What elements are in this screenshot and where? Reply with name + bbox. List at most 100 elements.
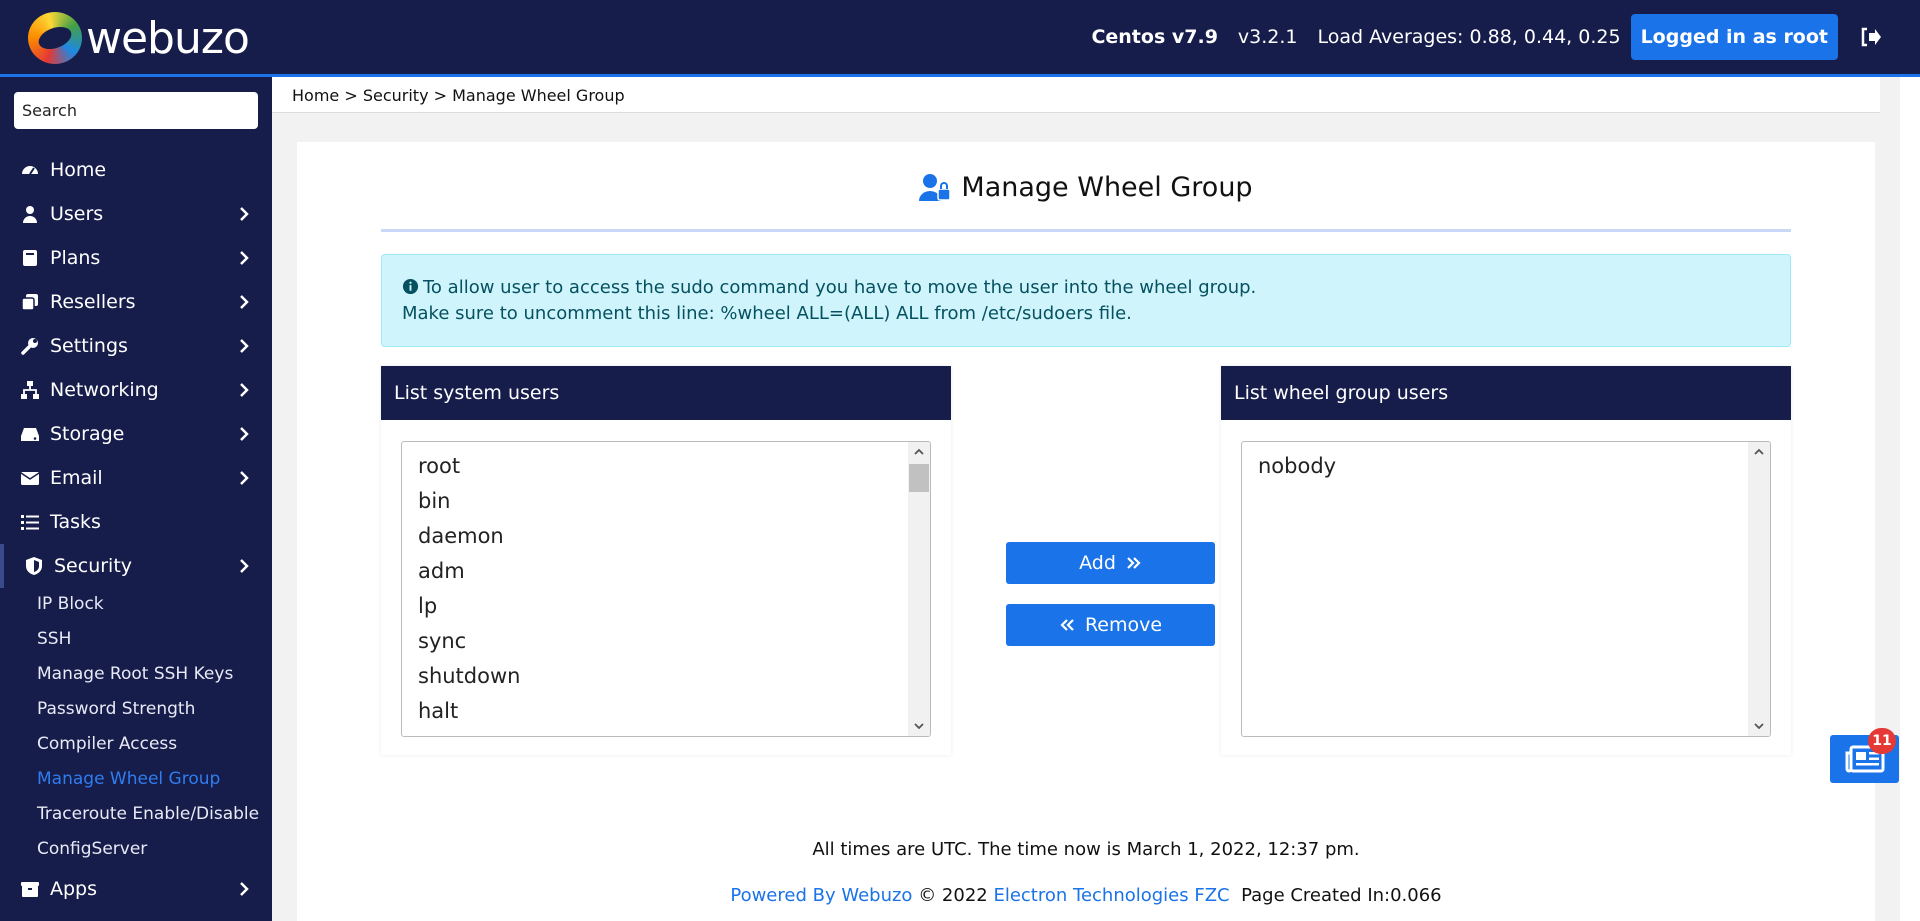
sidebar-item-label: Settings bbox=[50, 335, 128, 357]
user-icon bbox=[23, 206, 37, 223]
content-panel: Manage Wheel Group To allow user to acce… bbox=[297, 142, 1875, 921]
copyright: © 2022 bbox=[918, 885, 988, 906]
sidebar: Home Users Plans Resellers Settings Netw… bbox=[0, 77, 272, 921]
time-note: All times are UTC. The time now is March… bbox=[812, 839, 1360, 860]
sidebar-item-networking[interactable]: Networking bbox=[0, 368, 272, 412]
footer-credits: Powered By Webuzo © 2022 Electron Techno… bbox=[272, 885, 1900, 906]
top-bar: webuzo Centos v7.9 v3.2.1 Load Averages:… bbox=[0, 0, 1920, 77]
logged-in-button[interactable]: Logged in as root bbox=[1630, 14, 1838, 60]
webuzo-logo[interactable]: webuzo bbox=[28, 12, 250, 64]
sidebar-subitem-manage-wheel-group[interactable]: Manage Wheel Group bbox=[37, 769, 220, 789]
sidebar-subitem-manage-root-ssh-keys[interactable]: Manage Root SSH Keys bbox=[37, 664, 233, 684]
shield-icon bbox=[26, 557, 42, 575]
sidebar-subitem-traceroute[interactable]: Traceroute Enable/Disable bbox=[37, 804, 259, 824]
envelope-icon bbox=[20, 472, 40, 485]
sidebar-item-label: Email bbox=[50, 467, 103, 489]
system-users-list[interactable]: root bin daemon adm lp sync shutdown hal… bbox=[401, 441, 931, 737]
list-item[interactable]: daemon bbox=[402, 519, 930, 554]
list-scrollbar[interactable] bbox=[908, 442, 930, 736]
chevron-right-icon bbox=[240, 559, 249, 573]
sidebar-subitem-password-strength[interactable]: Password Strength bbox=[37, 699, 195, 719]
sidebar-item-storage[interactable]: Storage bbox=[0, 412, 272, 456]
scroll-down-icon[interactable] bbox=[913, 720, 925, 732]
page-title: Manage Wheel Group bbox=[961, 172, 1253, 203]
alert-line-1: To allow user to access the sudo command… bbox=[423, 277, 1257, 298]
sidebar-item-resellers[interactable]: Resellers bbox=[0, 280, 272, 324]
breadcrumb-bar: Home > Security > Manage Wheel Group bbox=[272, 77, 1900, 113]
news-count-badge: 11 bbox=[1868, 728, 1896, 754]
remove-button[interactable]: Remove bbox=[1006, 604, 1215, 646]
sidebar-item-email[interactable]: Email bbox=[0, 456, 272, 500]
sidebar-item-security[interactable]: Security bbox=[0, 544, 272, 588]
powered-by-link[interactable]: Powered By Webuzo bbox=[730, 885, 912, 906]
page-created: Page Created In:0.066 bbox=[1241, 885, 1442, 906]
scroll-thumb[interactable] bbox=[909, 464, 929, 492]
webuzo-version: v3.2.1 bbox=[1237, 26, 1298, 48]
chevron-right-icon bbox=[240, 383, 249, 397]
logout-icon[interactable] bbox=[1858, 25, 1882, 49]
search-input[interactable] bbox=[14, 92, 258, 129]
list-item[interactable]: sync bbox=[402, 624, 930, 659]
sidebar-item-label: Networking bbox=[50, 379, 159, 401]
scroll-down-icon[interactable] bbox=[1753, 720, 1765, 732]
chevron-right-icon bbox=[240, 427, 249, 441]
sidebar-item-users[interactable]: Users bbox=[0, 192, 272, 236]
sidebar-item-tasks[interactable]: Tasks bbox=[0, 500, 272, 544]
list-scrollbar[interactable] bbox=[1748, 442, 1770, 736]
sidebar-item-label: Plans bbox=[50, 247, 101, 269]
wheel-users-box: List wheel group users nobody bbox=[1221, 366, 1791, 755]
list-item[interactable]: adm bbox=[402, 554, 930, 589]
info-icon bbox=[402, 278, 419, 295]
sidebar-item-settings[interactable]: Settings bbox=[0, 324, 272, 368]
chevron-right-icon bbox=[240, 251, 249, 265]
sidebar-subitem-configserver[interactable]: ConfigServer bbox=[37, 839, 147, 859]
sidebar-item-label: Resellers bbox=[50, 291, 136, 313]
load-averages: Load Averages: 0.88, 0.44, 0.25 bbox=[1317, 26, 1621, 48]
chevron-right-icon bbox=[240, 295, 249, 309]
double-chevron-left-icon bbox=[1060, 619, 1074, 631]
list-item[interactable]: shutdown bbox=[402, 659, 930, 694]
company-link[interactable]: Electron Technologies FZC bbox=[993, 885, 1229, 906]
sidebar-item-label: Storage bbox=[50, 423, 125, 445]
sidebar-item-home[interactable]: Home bbox=[0, 148, 272, 192]
list-item[interactable]: halt bbox=[402, 694, 930, 729]
os-version: Centos v7.9 bbox=[1091, 26, 1218, 48]
add-button[interactable]: Add bbox=[1006, 542, 1215, 584]
list-item[interactable]: bin bbox=[402, 484, 930, 519]
list-item[interactable]: nobody bbox=[1242, 449, 1770, 484]
sidebar-item-label: Security bbox=[54, 555, 133, 577]
sidebar-item-label: Home bbox=[50, 159, 107, 181]
scroll-up-icon[interactable] bbox=[913, 446, 925, 458]
breadcrumb[interactable]: Home > Security > Manage Wheel Group bbox=[292, 86, 625, 105]
chevron-right-icon bbox=[240, 339, 249, 353]
double-chevron-right-icon bbox=[1127, 557, 1141, 569]
chevron-right-icon bbox=[240, 882, 249, 896]
logo-text: webuzo bbox=[86, 12, 250, 64]
wrench-icon bbox=[21, 338, 38, 355]
title-divider bbox=[381, 229, 1791, 232]
sidebar-item-label: Apps bbox=[50, 878, 98, 900]
user-lock-icon bbox=[919, 173, 952, 201]
remove-button-label: Remove bbox=[1084, 614, 1163, 636]
sidebar-item-plans[interactable]: Plans bbox=[0, 236, 272, 280]
sidebar-subitem-compiler-access[interactable]: Compiler Access bbox=[37, 734, 177, 754]
list-item[interactable]: lp bbox=[402, 589, 930, 624]
logo-mark-icon bbox=[28, 12, 82, 64]
scroll-up-icon[interactable] bbox=[1753, 446, 1765, 458]
list-item[interactable]: root bbox=[402, 449, 930, 484]
wheel-users-list[interactable]: nobody bbox=[1241, 441, 1771, 737]
box-icon bbox=[21, 882, 39, 897]
dashboard-icon bbox=[22, 166, 38, 175]
sidebar-subitem-ssh[interactable]: SSH bbox=[37, 629, 71, 649]
page-scrollbar[interactable] bbox=[1880, 77, 1900, 921]
sidebar-item-label: Tasks bbox=[50, 511, 101, 533]
top-info: Centos v7.9 v3.2.1 Load Averages: 0.88, … bbox=[1091, 14, 1920, 60]
alert-line-2: Make sure to uncomment this line: %wheel… bbox=[402, 303, 1132, 324]
sidebar-item-apps[interactable]: Apps bbox=[0, 867, 272, 911]
hdd-icon bbox=[21, 428, 39, 441]
title-row: Manage Wheel Group bbox=[297, 172, 1875, 203]
system-users-header: List system users bbox=[381, 366, 951, 420]
clone-icon bbox=[21, 294, 38, 311]
chevron-right-icon bbox=[240, 471, 249, 485]
sidebar-subitem-ip-block[interactable]: IP Block bbox=[37, 594, 104, 614]
